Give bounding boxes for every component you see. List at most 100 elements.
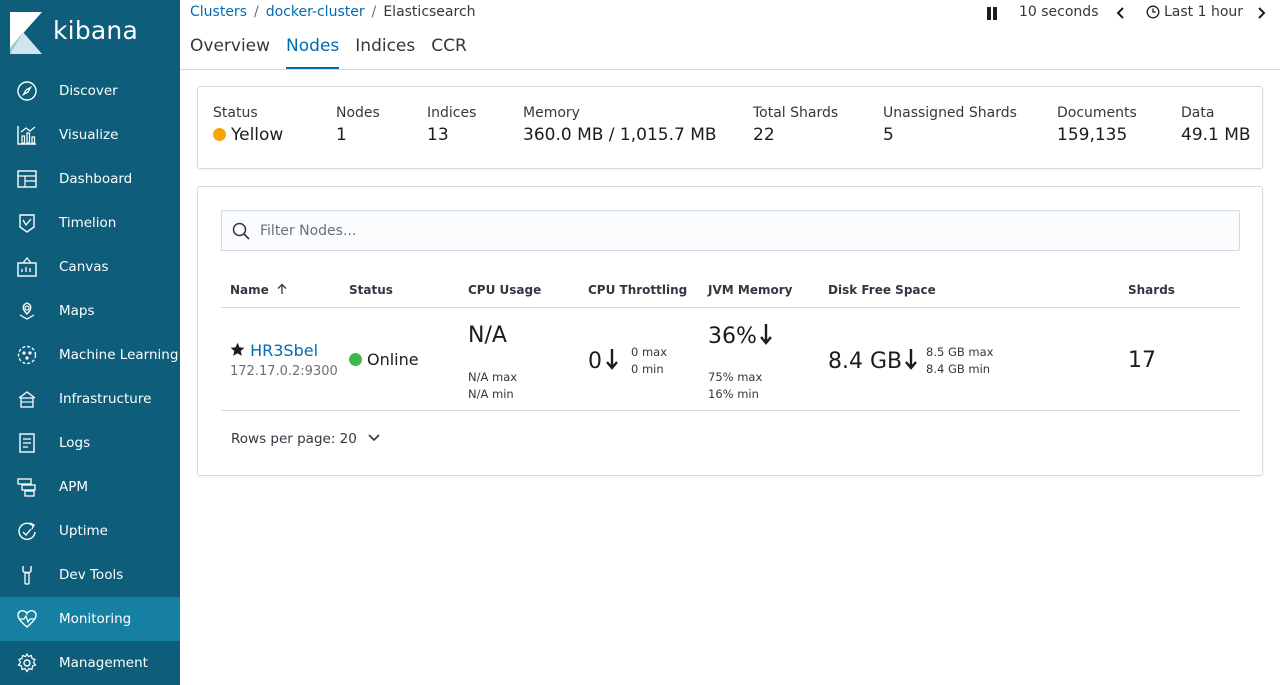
summary-documents: Documents 159,135	[1057, 105, 1137, 145]
canvas-icon	[16, 256, 38, 278]
stat-value: 5	[883, 125, 894, 145]
cpu-throttling-min: 0 min	[631, 362, 664, 376]
sidebar-nav: Discover Visualize Dashboard Timelion Ca…	[0, 69, 180, 685]
node-name-cell: HR3Sbel	[230, 341, 318, 360]
arrow-down-icon	[905, 349, 918, 370]
tab-bar: Overview Nodes Indices CCR	[190, 36, 483, 69]
sidebar-item-monitoring[interactable]: Monitoring	[0, 597, 180, 641]
wrench-icon	[16, 564, 38, 586]
status-dot-icon	[349, 353, 362, 366]
column-header-cpu-usage[interactable]: CPU Usage	[468, 283, 541, 297]
cpu-usage-value: N/A	[468, 323, 507, 348]
column-header-label: Name	[230, 283, 269, 297]
summary-total-shards: Total Shards 22	[753, 105, 838, 145]
tab-nodes[interactable]: Nodes	[286, 36, 340, 69]
compass-icon	[16, 80, 38, 102]
chevron-right-icon[interactable]	[1254, 6, 1268, 20]
pause-icon[interactable]	[986, 7, 1000, 21]
sidebar-item-label: Uptime	[59, 523, 108, 539]
node-name-link[interactable]: HR3Sbel	[250, 341, 318, 360]
jvm-memory-min: 16% min	[708, 387, 759, 401]
stat-label: Total Shards	[753, 105, 839, 121]
summary-memory: Memory 360.0 MB / 1,015.7 MB	[523, 105, 717, 145]
sidebar-item-label: Machine Learning	[59, 347, 179, 363]
disk-free-number: 8.4 GB	[828, 349, 903, 374]
sidebar-item-discover[interactable]: Discover	[0, 69, 180, 113]
status-text: Yellow	[231, 125, 284, 145]
column-header-jvm-memory[interactable]: JVM Memory	[708, 283, 792, 297]
star-icon	[230, 342, 245, 356]
disk-free-min: 8.4 GB min	[926, 362, 991, 376]
kibana-logo-icon	[10, 12, 42, 54]
chevron-down-icon	[368, 434, 380, 442]
sidebar-item-logs[interactable]: Logs	[0, 421, 180, 465]
shards-value: 17	[1128, 348, 1156, 373]
heartbeat-icon	[16, 608, 38, 630]
dashboard-icon	[16, 168, 38, 190]
stat-label: Documents	[1057, 105, 1137, 121]
sidebar-item-label: Canvas	[59, 259, 109, 275]
stat-label: Memory	[523, 105, 580, 121]
visualize-icon	[16, 124, 38, 146]
arrow-down-icon	[759, 324, 772, 345]
cpu-throttling-value: 0	[588, 348, 619, 374]
tab-indices[interactable]: Indices	[355, 36, 415, 69]
stat-value: 13	[427, 125, 449, 145]
stat-value: 360.0 MB / 1,015.7 MB	[523, 125, 717, 145]
sidebar-item-label: Infrastructure	[59, 391, 152, 407]
rows-per-page-button[interactable]: Rows per page: 20	[231, 431, 381, 447]
sidebar-item-apm[interactable]: APM	[0, 465, 180, 509]
sidebar-item-infrastructure[interactable]: Infrastructure	[0, 377, 180, 421]
timelion-icon	[16, 212, 38, 234]
breadcrumb-cluster[interactable]: docker-cluster	[266, 4, 365, 20]
cpu-throttling-number: 0	[588, 349, 602, 374]
kibana-logo[interactable]: kibana	[0, 0, 180, 66]
jvm-memory-value: 36%	[708, 323, 773, 349]
cpu-usage-min: N/A min	[468, 387, 514, 401]
stat-value: Yellow	[213, 125, 283, 145]
sidebar-item-dashboard[interactable]: Dashboard	[0, 157, 180, 201]
stat-value: 22	[753, 125, 775, 145]
summary-unassigned-shards: Unassigned Shards 5	[883, 105, 1017, 145]
sidebar-item-management[interactable]: Management	[0, 641, 180, 685]
rows-per-page-label: Rows per page: 20	[231, 431, 357, 447]
tab-ccr[interactable]: CCR	[431, 36, 467, 69]
filter-box	[221, 210, 1240, 251]
tab-overview[interactable]: Overview	[190, 36, 270, 69]
node-status-cell: Online	[349, 350, 419, 369]
sidebar-item-label: APM	[59, 479, 89, 495]
summary-data: Data 49.1 MB	[1181, 105, 1251, 145]
sidebar-item-machine-learning[interactable]: Machine Learning	[0, 333, 180, 377]
sidebar-item-label: Dashboard	[59, 171, 133, 187]
search-icon	[232, 222, 250, 240]
summary-indices: Indices 13	[427, 105, 476, 145]
filter-nodes-input[interactable]	[260, 211, 1220, 250]
apm-icon	[16, 476, 38, 498]
breadcrumb-clusters[interactable]: Clusters	[190, 4, 247, 20]
sidebar-item-label: Monitoring	[59, 611, 132, 627]
breadcrumb-current: Elasticsearch	[383, 4, 476, 20]
arrow-down-icon	[606, 349, 618, 370]
column-header-cpu-throttling[interactable]: CPU Throttling	[588, 283, 687, 297]
time-range[interactable]: Last 1 hour	[1164, 4, 1243, 20]
table-row-divider	[221, 410, 1240, 411]
sidebar-item-label: Maps	[59, 303, 95, 319]
sidebar-item-visualize[interactable]: Visualize	[0, 113, 180, 157]
sidebar-item-dev-tools[interactable]: Dev Tools	[0, 553, 180, 597]
jvm-memory-number: 36%	[708, 324, 757, 349]
refresh-interval[interactable]: 10 seconds	[1019, 4, 1099, 20]
sidebar-item-uptime[interactable]: Uptime	[0, 509, 180, 553]
sidebar-item-label: Visualize	[59, 127, 119, 143]
column-header-name[interactable]: Name	[230, 283, 288, 297]
stat-label: Indices	[427, 105, 477, 121]
gear-icon	[16, 652, 38, 674]
sidebar-item-maps[interactable]: Maps	[0, 289, 180, 333]
stat-value: 49.1 MB	[1181, 125, 1251, 145]
chevron-left-icon[interactable]	[1114, 6, 1128, 20]
sidebar-item-timelion[interactable]: Timelion	[0, 201, 180, 245]
sidebar-item-canvas[interactable]: Canvas	[0, 245, 180, 289]
column-header-shards[interactable]: Shards	[1128, 283, 1175, 297]
maps-icon	[16, 300, 38, 322]
column-header-status[interactable]: Status	[349, 283, 393, 297]
column-header-disk-free-space[interactable]: Disk Free Space	[828, 283, 936, 297]
